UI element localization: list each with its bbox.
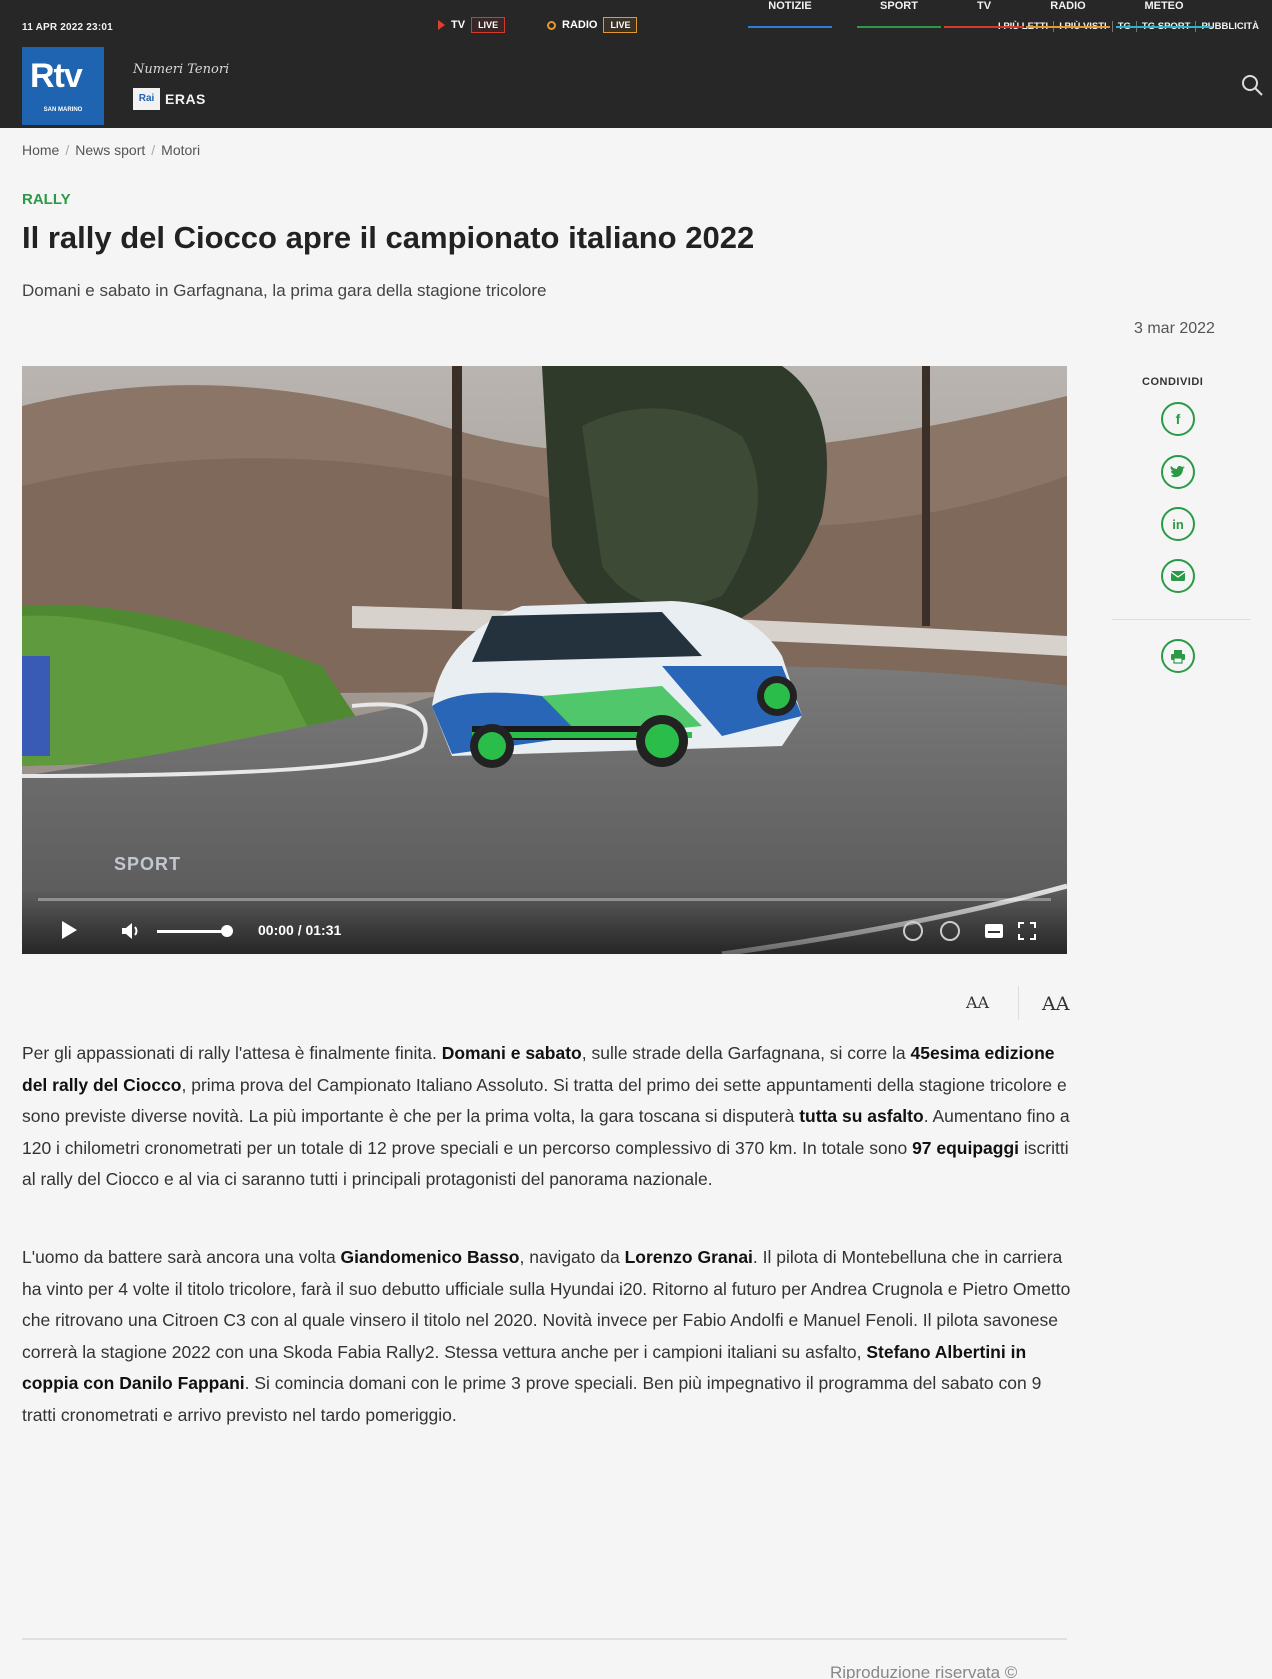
radio-live-link[interactable]: RADIO LIVE: [547, 17, 638, 33]
text-run: Per gli appassionati di rally l'attesa è…: [22, 1043, 442, 1063]
facebook-icon[interactable]: f: [1161, 402, 1195, 436]
forward-button[interactable]: [939, 920, 961, 942]
text-run: , sulle strade della Garfagnana, si corr…: [581, 1043, 911, 1063]
rewind-button[interactable]: [902, 920, 924, 942]
copyright-notice: Riproduzione riservata ©: [830, 1663, 1018, 1679]
nav-sport-label: SPORT: [880, 0, 918, 12]
nav-tv[interactable]: TV: [944, 0, 1024, 28]
breadcrumb-motori[interactable]: Motori: [161, 142, 200, 158]
tv-live-link[interactable]: TV LIVE: [438, 17, 506, 33]
decrease-font-button[interactable]: AA: [966, 993, 989, 1012]
captions-button[interactable]: [984, 922, 1004, 940]
nav-sport[interactable]: SPORT: [857, 0, 941, 28]
logo-text: Rtv: [30, 57, 83, 95]
radio-live-badge: LIVE: [603, 17, 638, 33]
video-watermark: SPORT: [114, 854, 182, 874]
forward-icon: [940, 921, 960, 941]
article-paragraph-1: Per gli appassionati di rally l'attesa è…: [22, 1038, 1072, 1196]
page-title: Il rally del Ciocco apre il campionato i…: [22, 220, 755, 255]
footer-divider: [22, 1638, 1067, 1640]
bold-text-run: Domani e sabato: [441, 1043, 582, 1063]
tv-label: TV: [451, 19, 466, 31]
logo-subtext: SAN MARINO: [43, 107, 83, 113]
play-icon: [438, 20, 445, 30]
site-header: 11 APR 2022 23:01 TV LIVE RADIO LIVE I P…: [0, 0, 1272, 128]
article-category[interactable]: RALLY: [22, 191, 71, 208]
captions-icon: [985, 924, 1003, 938]
fullscreen-button[interactable]: [1018, 922, 1036, 940]
share-divider: [1112, 619, 1250, 620]
search-icon[interactable]: [1240, 73, 1264, 97]
email-icon[interactable]: [1161, 559, 1195, 593]
volume-icon: [122, 923, 138, 939]
volume-button[interactable]: [120, 921, 144, 941]
text-run: L'uomo da battere sarà ancora una volta: [22, 1247, 341, 1267]
video-player[interactable]: SPORT 00:00 / 01:31: [22, 366, 1067, 954]
breadcrumb-news-sport[interactable]: News sport: [75, 142, 145, 158]
volume-slider-handle[interactable]: [221, 925, 233, 937]
nav-underline: [857, 26, 941, 28]
breadcrumb-home[interactable]: Home: [22, 142, 59, 158]
nav-tv-label: TV: [976, 0, 992, 12]
article-paragraph-2: L'uomo da battere sarà ancora una volta …: [22, 1242, 1072, 1431]
play-icon: [62, 921, 77, 939]
bold-text-run: tutta su asfalto: [799, 1106, 924, 1126]
publish-date: 3 mar 2022: [1134, 320, 1215, 337]
video-progress-bar[interactable]: [38, 898, 1051, 901]
radio-label: RADIO: [562, 19, 598, 31]
nav-meteo[interactable]: METEO: [1116, 0, 1212, 28]
volume-slider[interactable]: [157, 930, 227, 933]
print-icon[interactable]: [1161, 639, 1195, 673]
breadcrumb-separator: /: [65, 142, 70, 158]
tv-live-badge: LIVE: [471, 17, 506, 33]
nav-underline: [944, 26, 1024, 28]
share-label: CONDIVIDI: [1142, 376, 1204, 388]
fullscreen-icon: [1018, 922, 1036, 940]
breadcrumb: Home / News sport / Motori: [22, 142, 200, 158]
font-controls-divider: [1018, 986, 1019, 1020]
rai-logo: Rai: [133, 88, 160, 110]
site-logo[interactable]: Rtv SAN MARINO: [22, 47, 104, 125]
nav-notizie[interactable]: NOTIZIE: [748, 0, 832, 28]
nav-notizie-label: NOTIZIE: [768, 0, 812, 12]
radio-icon: [547, 20, 556, 30]
nav-underline: [1116, 26, 1212, 28]
linkedin-icon[interactable]: in: [1161, 507, 1195, 541]
header-date: 11 APR 2022 23:01: [22, 22, 113, 33]
video-controls: 00:00 / 01:31: [22, 890, 1067, 954]
partner-script: Numeri Tenori: [133, 62, 230, 77]
nav-radio[interactable]: RADIO: [1026, 0, 1110, 28]
twitter-icon[interactable]: [1161, 455, 1195, 489]
bold-text-run: 97 equipaggi: [912, 1137, 1020, 1158]
rewind-icon: [903, 921, 923, 941]
text-run: , navigato da: [519, 1247, 625, 1267]
nav-underline: [1026, 26, 1110, 28]
nav-radio-label: RADIO: [1050, 0, 1086, 12]
increase-font-button[interactable]: AA: [1042, 993, 1069, 1015]
play-button[interactable]: [60, 920, 78, 940]
nav-underline: [748, 26, 832, 28]
nav-meteo-label: METEO: [1144, 0, 1184, 12]
article-subtitle: Domani e sabato in Garfagnana, la prima …: [22, 281, 547, 300]
video-time: 00:00 / 01:31: [258, 922, 342, 938]
bold-text-run: Giandomenico Basso: [340, 1247, 520, 1267]
eras-logo: ERAS: [165, 91, 206, 107]
breadcrumb-separator: /: [151, 142, 156, 158]
bold-text-run: Lorenzo Granai: [624, 1247, 753, 1267]
